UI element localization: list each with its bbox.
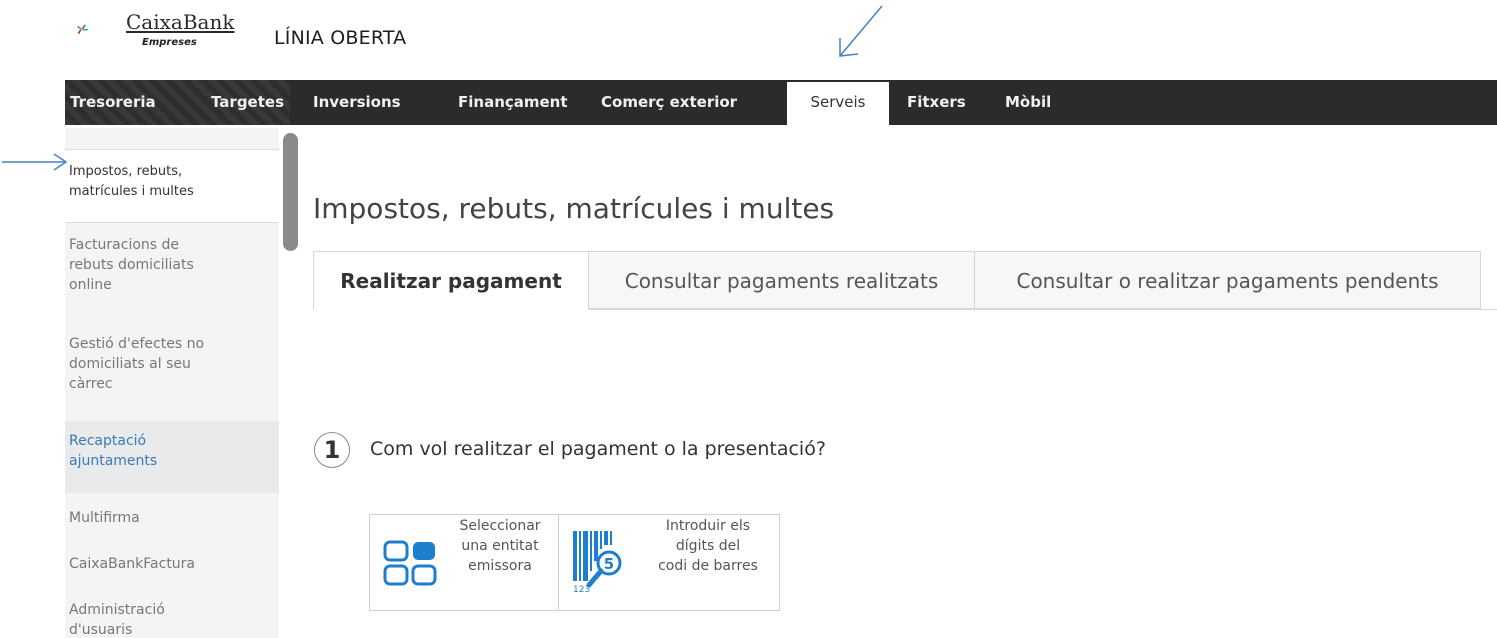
sidebar-scrollbar-thumb[interactable]	[283, 133, 298, 251]
sidebar-item-facturacions[interactable]: Facturacions de rebuts domiciliats onlin…	[65, 233, 279, 313]
entity-grid-icon	[383, 540, 437, 586]
annotation-arrow-icon	[2, 153, 68, 171]
nav-item-financament[interactable]: Finançament	[458, 80, 568, 125]
barcode-icon-digit: 5	[604, 555, 614, 573]
caixabank-star-logo-icon	[77, 24, 88, 35]
sidebar-item-label: ajuntaments	[69, 453, 158, 469]
nav-item-comerc-exterior[interactable]: Comerç exterior	[601, 80, 737, 125]
annotation-arrow-icon	[839, 5, 883, 57]
sidebar-item-impostos[interactable]: Impostos, rebuts, matrícules i multes	[65, 149, 279, 223]
option-barcode-digits-button[interactable]: 5 123 Introduir els dígits del codi de b…	[559, 515, 779, 610]
sidebar-item-label: matrícules i multes	[69, 184, 194, 199]
option-label: una entitat	[461, 538, 539, 554]
step-question: Com vol realitzar el pagament o la prese…	[370, 438, 826, 460]
tab-consultar-pagaments-realitzats[interactable]: Consultar pagaments realitzats	[588, 251, 975, 309]
sidebar-item-gestio-efectes[interactable]: Gestió d'efectes no domiciliats al seu c…	[65, 332, 279, 414]
sidebar-item-label: Multifirma	[69, 510, 140, 526]
sidebar-item-administracio-usuaris[interactable]: Administració d'usuaris	[65, 598, 279, 638]
app-title: LÍNIA OBERTA	[274, 27, 407, 49]
sidebar-item-label: Facturacions de	[69, 237, 180, 253]
option-label: Introduir els	[665, 518, 751, 534]
barcode-icon-number: 123	[573, 585, 590, 595]
sidebar-item-label: càrrec	[69, 376, 113, 392]
option-label: emissora	[468, 558, 532, 574]
tab-realitzar-pagament[interactable]: Realitzar pagament	[313, 251, 589, 310]
sidebar-item-multifirma[interactable]: Multifirma	[65, 506, 279, 536]
brand-name: CaixaBank	[126, 10, 235, 34]
option-label: codi de barres	[658, 558, 758, 574]
sidebar-item-label: online	[69, 277, 112, 293]
brand-subtitle: Empreses	[142, 37, 197, 48]
nav-item-inversions[interactable]: Inversions	[313, 80, 401, 125]
sidebar-item-label: Recaptació	[69, 433, 147, 449]
sidebar-item-label: Impostos, rebuts,	[69, 164, 183, 179]
tab-consultar-realitzar-pendents[interactable]: Consultar o realitzar pagaments pendents	[974, 251, 1481, 309]
sidebar-item-label: d'usuaris	[69, 622, 133, 638]
nav-item-targetes[interactable]: Targetes	[211, 80, 284, 125]
step-number-badge: 1	[314, 432, 350, 468]
option-label: Seleccionar	[459, 518, 541, 534]
page-title: Impostos, rebuts, matrícules i multes	[313, 192, 835, 225]
sidebar-item-label: domiciliats al seu	[69, 356, 191, 372]
nav-item-serveis[interactable]: Serveis	[787, 82, 889, 128]
option-select-entity-button[interactable]: Seleccionar una entitat emissora	[370, 515, 558, 610]
sidebar-item-label: Gestió d'efectes no	[69, 336, 205, 352]
sidebar-item-caixabankfactura[interactable]: CaixaBankFactura	[65, 552, 279, 582]
option-label: dígits del	[675, 538, 741, 554]
sidebar-item-label: CaixaBankFactura	[69, 556, 196, 572]
nav-item-mobil[interactable]: Mòbil	[1005, 80, 1051, 125]
sidebar-item-label: rebuts domiciliats	[69, 257, 194, 273]
nav-item-fitxers[interactable]: Fitxers	[907, 80, 966, 125]
sidebar-item-label: Administració	[69, 602, 165, 618]
nav-item-tresoreria[interactable]: Tresoreria	[70, 80, 156, 125]
barcode-search-icon: 5 123	[573, 531, 622, 595]
sidebar-item-recaptacio[interactable]: Recaptació ajuntaments	[65, 421, 279, 493]
